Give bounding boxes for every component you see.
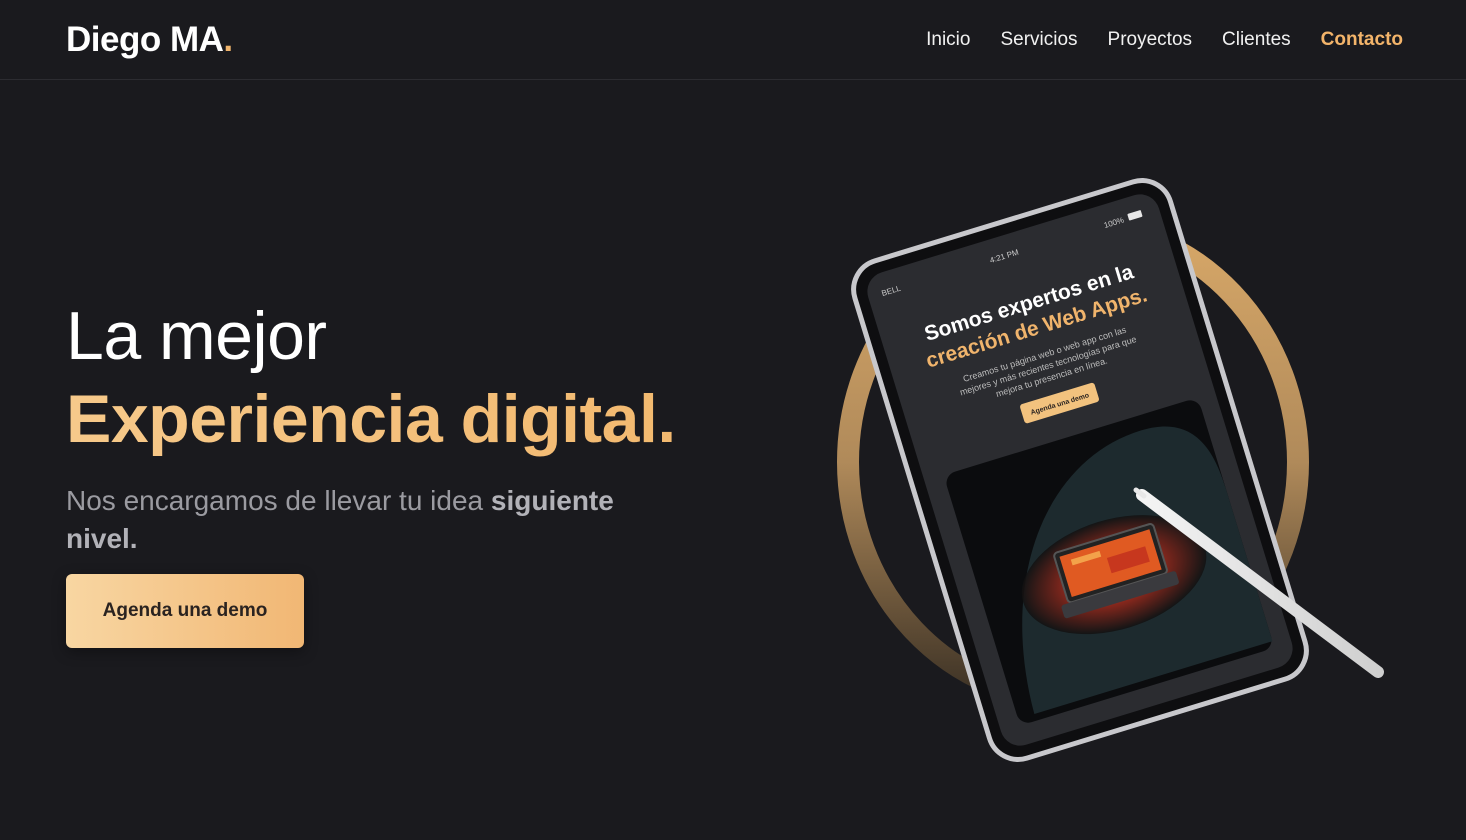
nav-link-servicios[interactable]: Servicios bbox=[1000, 29, 1077, 51]
nav-link-inicio[interactable]: Inicio bbox=[926, 29, 970, 51]
brand-logo[interactable]: Diego MA. bbox=[66, 20, 233, 60]
tablet-illustration: BELL 4:21 PM 100% Somos expertos en la c… bbox=[837, 178, 1384, 762]
landing-page: Diego MA. Inicio Servicios Proyectos Cli… bbox=[0, 0, 1466, 840]
nav-link-clientes[interactable]: Clientes bbox=[1222, 29, 1291, 51]
nav-link-contacto[interactable]: Contacto bbox=[1321, 29, 1403, 51]
nav-links: Inicio Servicios Proyectos Clientes Cont… bbox=[926, 29, 1403, 51]
hero-title-line2: Experiencia digital. bbox=[66, 376, 706, 462]
brand-dot: . bbox=[223, 19, 233, 59]
navbar: Diego MA. Inicio Servicios Proyectos Cli… bbox=[0, 0, 1466, 80]
nav-link-proyectos[interactable]: Proyectos bbox=[1108, 29, 1192, 51]
schedule-demo-button[interactable]: Agenda una demo bbox=[66, 574, 304, 648]
hero-text: La mejor Experiencia digital. Nos encarg… bbox=[66, 296, 706, 558]
hero-title: La mejor Experiencia digital. bbox=[66, 296, 706, 462]
brand-name: Diego MA bbox=[66, 19, 224, 59]
hero-subtitle-text: Nos encargamos de llevar tu idea bbox=[66, 485, 491, 516]
hero-subtitle: Nos encargamos de llevar tu idea siguien… bbox=[66, 482, 666, 558]
hero-title-line1: La mejor bbox=[66, 298, 327, 374]
tablet-device: BELL 4:21 PM 100% Somos expertos en la c… bbox=[851, 178, 1309, 762]
